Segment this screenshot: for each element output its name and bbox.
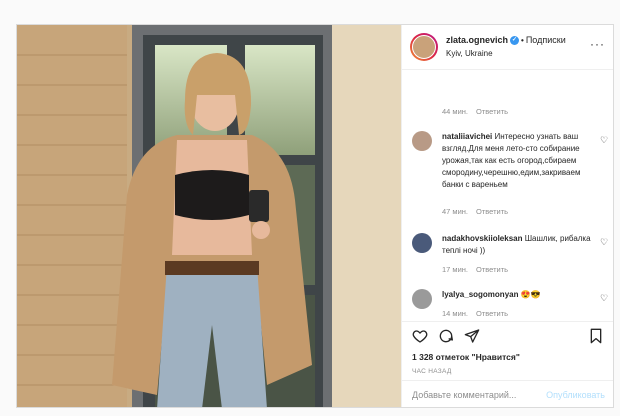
comment-time[interactable]: 14 мин. xyxy=(442,309,468,318)
post-header: zlata.ognevich ✓ • Подписки Kyiv, Ukraine ·… xyxy=(402,25,613,70)
comment-icon[interactable] xyxy=(438,328,454,349)
post-modal: zlata.ognevich ✓ • Подписки Kyiv, Ukraine ·… xyxy=(16,24,614,408)
avatar[interactable] xyxy=(410,33,438,61)
post-photo xyxy=(17,25,401,407)
more-icon[interactable]: ··· xyxy=(590,37,605,51)
comment-body: 😍😎 xyxy=(520,290,541,299)
share-icon[interactable] xyxy=(464,328,480,349)
heart-icon[interactable]: ♡ xyxy=(600,135,608,146)
comment-text: nadakhovskiioleksan Шашлик, рибалка тепл… xyxy=(442,233,592,257)
comment-text: nataliiavichei Интересно узнать ваш взгл… xyxy=(442,131,592,191)
publish-button[interactable]: Опубликовать xyxy=(546,390,605,400)
comment-time[interactable]: 44 мин. xyxy=(442,107,468,116)
post-author: zlata.ognevich ✓ • Подписки xyxy=(446,35,566,46)
heart-icon[interactable]: ♡ xyxy=(600,293,608,304)
add-comment-bar: Добавьте комментарий... Опубликовать xyxy=(402,380,613,407)
comment-time[interactable]: 47 мин. xyxy=(442,207,468,216)
comment-time[interactable]: 17 мин. xyxy=(442,265,468,274)
post-actions: 1 328 отметок "Нравится" ЧАС НАЗАД Добав… xyxy=(402,321,613,407)
comment-username[interactable]: nadakhovskiioleksan xyxy=(442,234,522,243)
comment-meta: 14 мин. Ответить xyxy=(442,309,516,318)
comments-list: 44 мин. Ответить nataliiavichei Интересно… xyxy=(402,69,613,321)
verified-icon: ✓ xyxy=(510,36,520,46)
comment-meta: 47 мин. Ответить xyxy=(442,207,516,216)
comment-input[interactable]: Добавьте комментарий... xyxy=(412,390,516,400)
follow-button[interactable]: Подписки xyxy=(526,35,566,45)
avatar[interactable] xyxy=(412,233,432,253)
avatar[interactable] xyxy=(412,131,432,151)
comment-text: lyalya_sogomonyan 😍😎 xyxy=(442,289,592,301)
post-location[interactable]: Kyiv, Ukraine xyxy=(446,49,493,58)
comment-username[interactable]: nataliiavichei xyxy=(442,132,492,141)
separator-dot: • xyxy=(521,36,524,45)
likes-count[interactable]: 1 328 отметок "Нравится" xyxy=(412,352,520,362)
reply-button[interactable]: Ответить xyxy=(476,309,508,318)
post-time[interactable]: ЧАС НАЗАД xyxy=(412,368,452,375)
comment-meta: 17 мин. Ответить xyxy=(442,265,516,274)
avatar[interactable] xyxy=(412,289,432,309)
reply-button[interactable]: Ответить xyxy=(476,107,508,116)
reply-button[interactable]: Ответить xyxy=(476,265,508,274)
heart-icon[interactable] xyxy=(412,328,428,349)
heart-icon[interactable]: ♡ xyxy=(600,237,608,248)
post-side-panel: zlata.ognevich ✓ • Подписки Kyiv, Ukraine ·… xyxy=(401,25,613,407)
photo-illustration xyxy=(17,25,401,407)
comment-meta: 44 мин. Ответить xyxy=(442,107,516,116)
comment-username[interactable]: lyalya_sogomonyan xyxy=(442,290,518,299)
reply-button[interactable]: Ответить xyxy=(476,207,508,216)
bookmark-icon[interactable] xyxy=(588,328,604,349)
author-username[interactable]: zlata.ognevich xyxy=(446,35,508,45)
